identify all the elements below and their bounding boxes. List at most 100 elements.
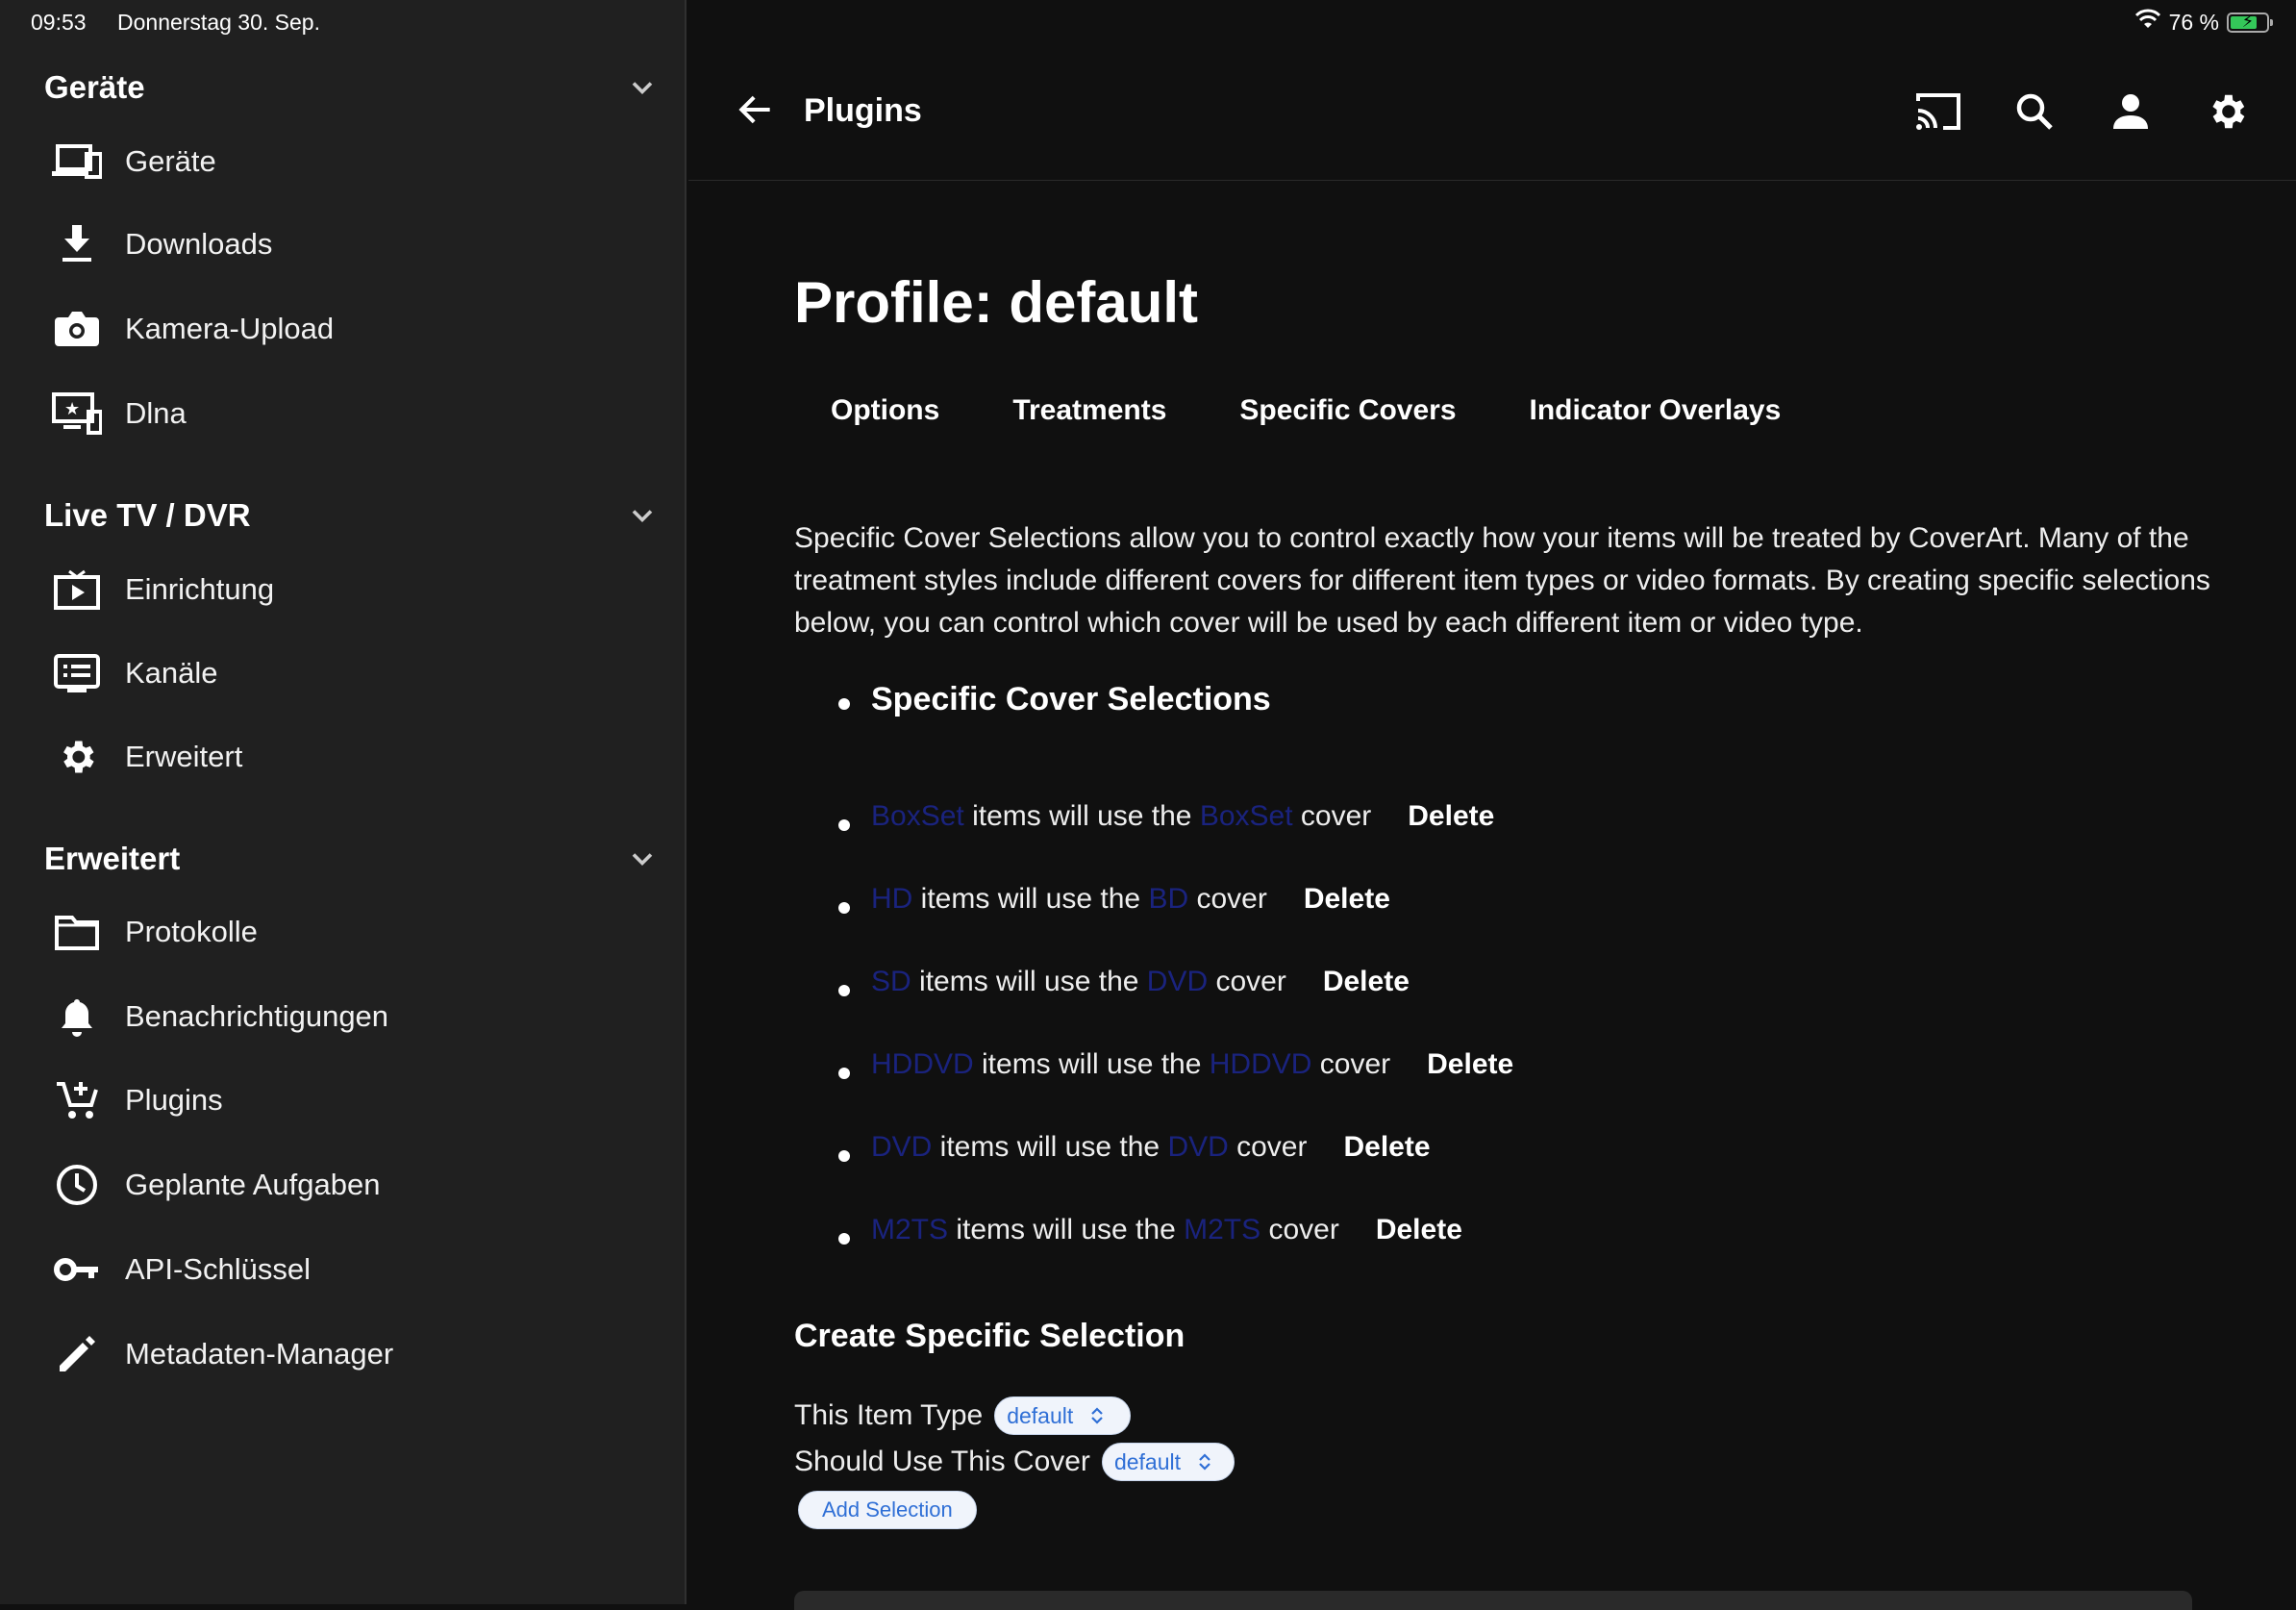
rule-cover[interactable]: BD — [1148, 883, 1188, 916]
rule-cover[interactable]: M2TS — [1184, 1214, 1260, 1246]
cart-icon — [52, 1075, 102, 1125]
rule-item-type[interactable]: M2TS — [871, 1214, 948, 1246]
sidebar-item-erweitert-tv[interactable]: Erweitert — [0, 718, 685, 795]
delete-button[interactable]: Delete — [1408, 800, 1494, 833]
sidebar-item-dlna[interactable]: ★ Dlna — [0, 375, 685, 452]
cast-icon[interactable] — [1913, 87, 1963, 137]
sidebar-item-benachrichtigungen[interactable]: Benachrichtigungen — [0, 978, 685, 1055]
section-title: Geräte — [44, 69, 145, 105]
sidebar-section-erweitert[interactable]: Erweitert — [44, 835, 660, 883]
bullet — [838, 1233, 850, 1245]
cover-rule-row: HD items will use the BD cover Delete — [871, 883, 1390, 916]
rule-text: cover — [1260, 1214, 1339, 1245]
sidebar-item-kanaele[interactable]: Kanäle — [0, 635, 685, 712]
sidebar-item-label: Protokolle — [125, 915, 258, 948]
cover-rule-row: M2TS items will use the M2TS cover Delete — [871, 1214, 1462, 1246]
status-time: 09:53 — [31, 10, 87, 35]
sidebar-item-label: Geplante Aufgaben — [125, 1168, 381, 1201]
delete-button[interactable]: Delete — [1376, 1214, 1462, 1246]
download-icon — [52, 219, 102, 269]
rule-text: cover — [1228, 1131, 1308, 1163]
cover-rule-row: SD items will use the DVD cover Delete — [871, 966, 1410, 998]
svg-text:★: ★ — [64, 399, 80, 419]
rule-item-type[interactable]: HDDVD — [871, 1048, 974, 1081]
rule-text: items will use the — [912, 883, 1149, 915]
tab-indicator-overlays[interactable]: Indicator Overlays — [1530, 394, 1782, 427]
rule-cover[interactable]: DVD — [1167, 1131, 1228, 1164]
rule-text: items will use the — [911, 966, 1147, 997]
rule-item-type[interactable]: HD — [871, 883, 912, 916]
status-bar: 09:53 Donnerstag 30. Sep. 76 % ⚡ — [0, 0, 2296, 38]
sidebar-section-live-tv[interactable]: Live TV / DVR — [44, 491, 660, 540]
rule-cover[interactable]: HDDVD — [1210, 1048, 1312, 1081]
sidebar-item-label: Erweitert — [125, 740, 243, 773]
rule-text: items will use the — [963, 800, 1200, 832]
sidebar-item-label: Plugins — [125, 1083, 223, 1117]
pencil-icon — [52, 1329, 102, 1379]
sidebar-item-geraete[interactable]: Geräte — [0, 123, 685, 200]
cover-rule-row: BoxSet items will use the BoxSet cover De… — [871, 800, 1494, 833]
camera-icon — [52, 304, 102, 354]
devices-icon — [52, 137, 102, 187]
item-type-row: This Item Type default — [794, 1396, 1132, 1435]
main-content: Profile: default Options Treatments Spec… — [688, 181, 2296, 1610]
sidebar-item-label: Einrichtung — [125, 572, 275, 606]
selections-heading: Specific Cover Selections — [871, 681, 1271, 717]
bullet — [838, 902, 850, 914]
delete-button[interactable]: Delete — [1427, 1048, 1513, 1081]
sidebar-item-downloads[interactable]: Downloads — [0, 206, 685, 283]
sidebar-item-metadaten-manager[interactable]: Metadaten-Manager — [0, 1316, 685, 1393]
bullet — [838, 1150, 850, 1162]
sidebar-item-label: Dlna — [125, 396, 187, 430]
create-selection-title: Create Specific Selection — [794, 1318, 1185, 1354]
rule-text: cover — [1292, 800, 1372, 832]
bullet — [838, 819, 850, 831]
sidebar-item-label: API-Schlüssel — [125, 1252, 311, 1286]
rule-cover[interactable]: DVD — [1147, 966, 1208, 998]
rule-item-type[interactable]: SD — [871, 966, 911, 998]
rule-cover[interactable]: BoxSet — [1200, 800, 1293, 833]
cover-label: Should Use This Cover — [794, 1446, 1090, 1477]
tv-icon — [52, 565, 102, 615]
status-date: Donnerstag 30. Sep. — [117, 10, 320, 35]
rule-text: items will use the — [948, 1214, 1185, 1245]
cover-value: default — [1113, 1448, 1181, 1474]
profile-title: Profile: default — [794, 270, 1199, 335]
tab-treatments[interactable]: Treatments — [1012, 394, 1166, 427]
add-selection-button[interactable]: Add Selection — [798, 1491, 977, 1529]
battery-percent: 76 % — [2168, 9, 2219, 35]
sidebar-item-label: Kamera-Upload — [125, 312, 335, 345]
sidebar: Geräte Geräte Downloads Kamera-Upload ★ … — [0, 0, 686, 1604]
gear-icon — [52, 732, 102, 782]
tab-options[interactable]: Options — [831, 394, 939, 427]
back-arrow-icon[interactable] — [735, 88, 777, 131]
sidebar-item-protokolle[interactable]: Protokolle — [0, 893, 685, 970]
settings-gear-icon[interactable] — [2202, 87, 2252, 137]
rule-text: cover — [1188, 883, 1267, 915]
tab-specific-covers[interactable]: Specific Covers — [1239, 394, 1456, 427]
sidebar-item-label: Geräte — [125, 144, 216, 178]
sidebar-item-einrichtung[interactable]: Einrichtung — [0, 551, 685, 628]
sidebar-section-geraete[interactable]: Geräte — [44, 63, 660, 112]
clock-icon — [52, 1160, 102, 1210]
sidebar-item-kamera-upload[interactable]: Kamera-Upload — [0, 290, 685, 367]
tab-bar: Options Treatments Specific Covers Indic… — [831, 394, 1854, 427]
folder-icon — [52, 907, 102, 957]
rule-item-type[interactable]: DVD — [871, 1131, 932, 1164]
item-type-select[interactable]: default — [994, 1396, 1132, 1435]
delete-button[interactable]: Delete — [1343, 1131, 1430, 1164]
user-icon[interactable] — [2106, 87, 2156, 137]
rule-item-type[interactable]: BoxSet — [871, 800, 964, 833]
search-icon[interactable] — [2009, 87, 2059, 137]
sidebar-item-geplante-aufgaben[interactable]: Geplante Aufgaben — [0, 1146, 685, 1223]
wifi-icon — [2134, 9, 2161, 36]
bell-icon — [52, 992, 102, 1042]
delete-button[interactable]: Delete — [1323, 966, 1410, 998]
bottom-panel — [794, 1591, 2192, 1610]
sidebar-item-api-schluessel[interactable]: API-Schlüssel — [0, 1231, 685, 1308]
cover-select[interactable]: default — [1101, 1443, 1235, 1481]
delete-button[interactable]: Delete — [1304, 883, 1390, 916]
sidebar-item-plugins[interactable]: Plugins — [0, 1062, 685, 1139]
bullet — [838, 1068, 850, 1079]
bullet — [838, 698, 850, 710]
